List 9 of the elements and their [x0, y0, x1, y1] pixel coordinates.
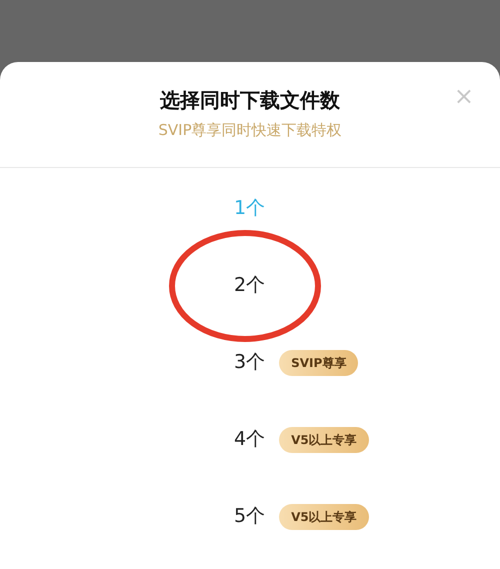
privilege-badge: V5以上专享 [279, 504, 369, 530]
count-option[interactable]: 5个 [234, 502, 266, 531]
sheet-subtitle: SVIP尊享同时快速下载特权 [158, 120, 342, 140]
privilege-badge: V5以上专享 [279, 426, 369, 452]
privilege-badge: SVIP尊享 [279, 350, 358, 376]
count-option[interactable]: 3个 [234, 348, 266, 377]
count-option[interactable]: 2个 [234, 271, 266, 300]
sheet-title: 选择同时下载文件数 [160, 87, 340, 114]
count-option[interactable]: 4个 [234, 425, 266, 454]
